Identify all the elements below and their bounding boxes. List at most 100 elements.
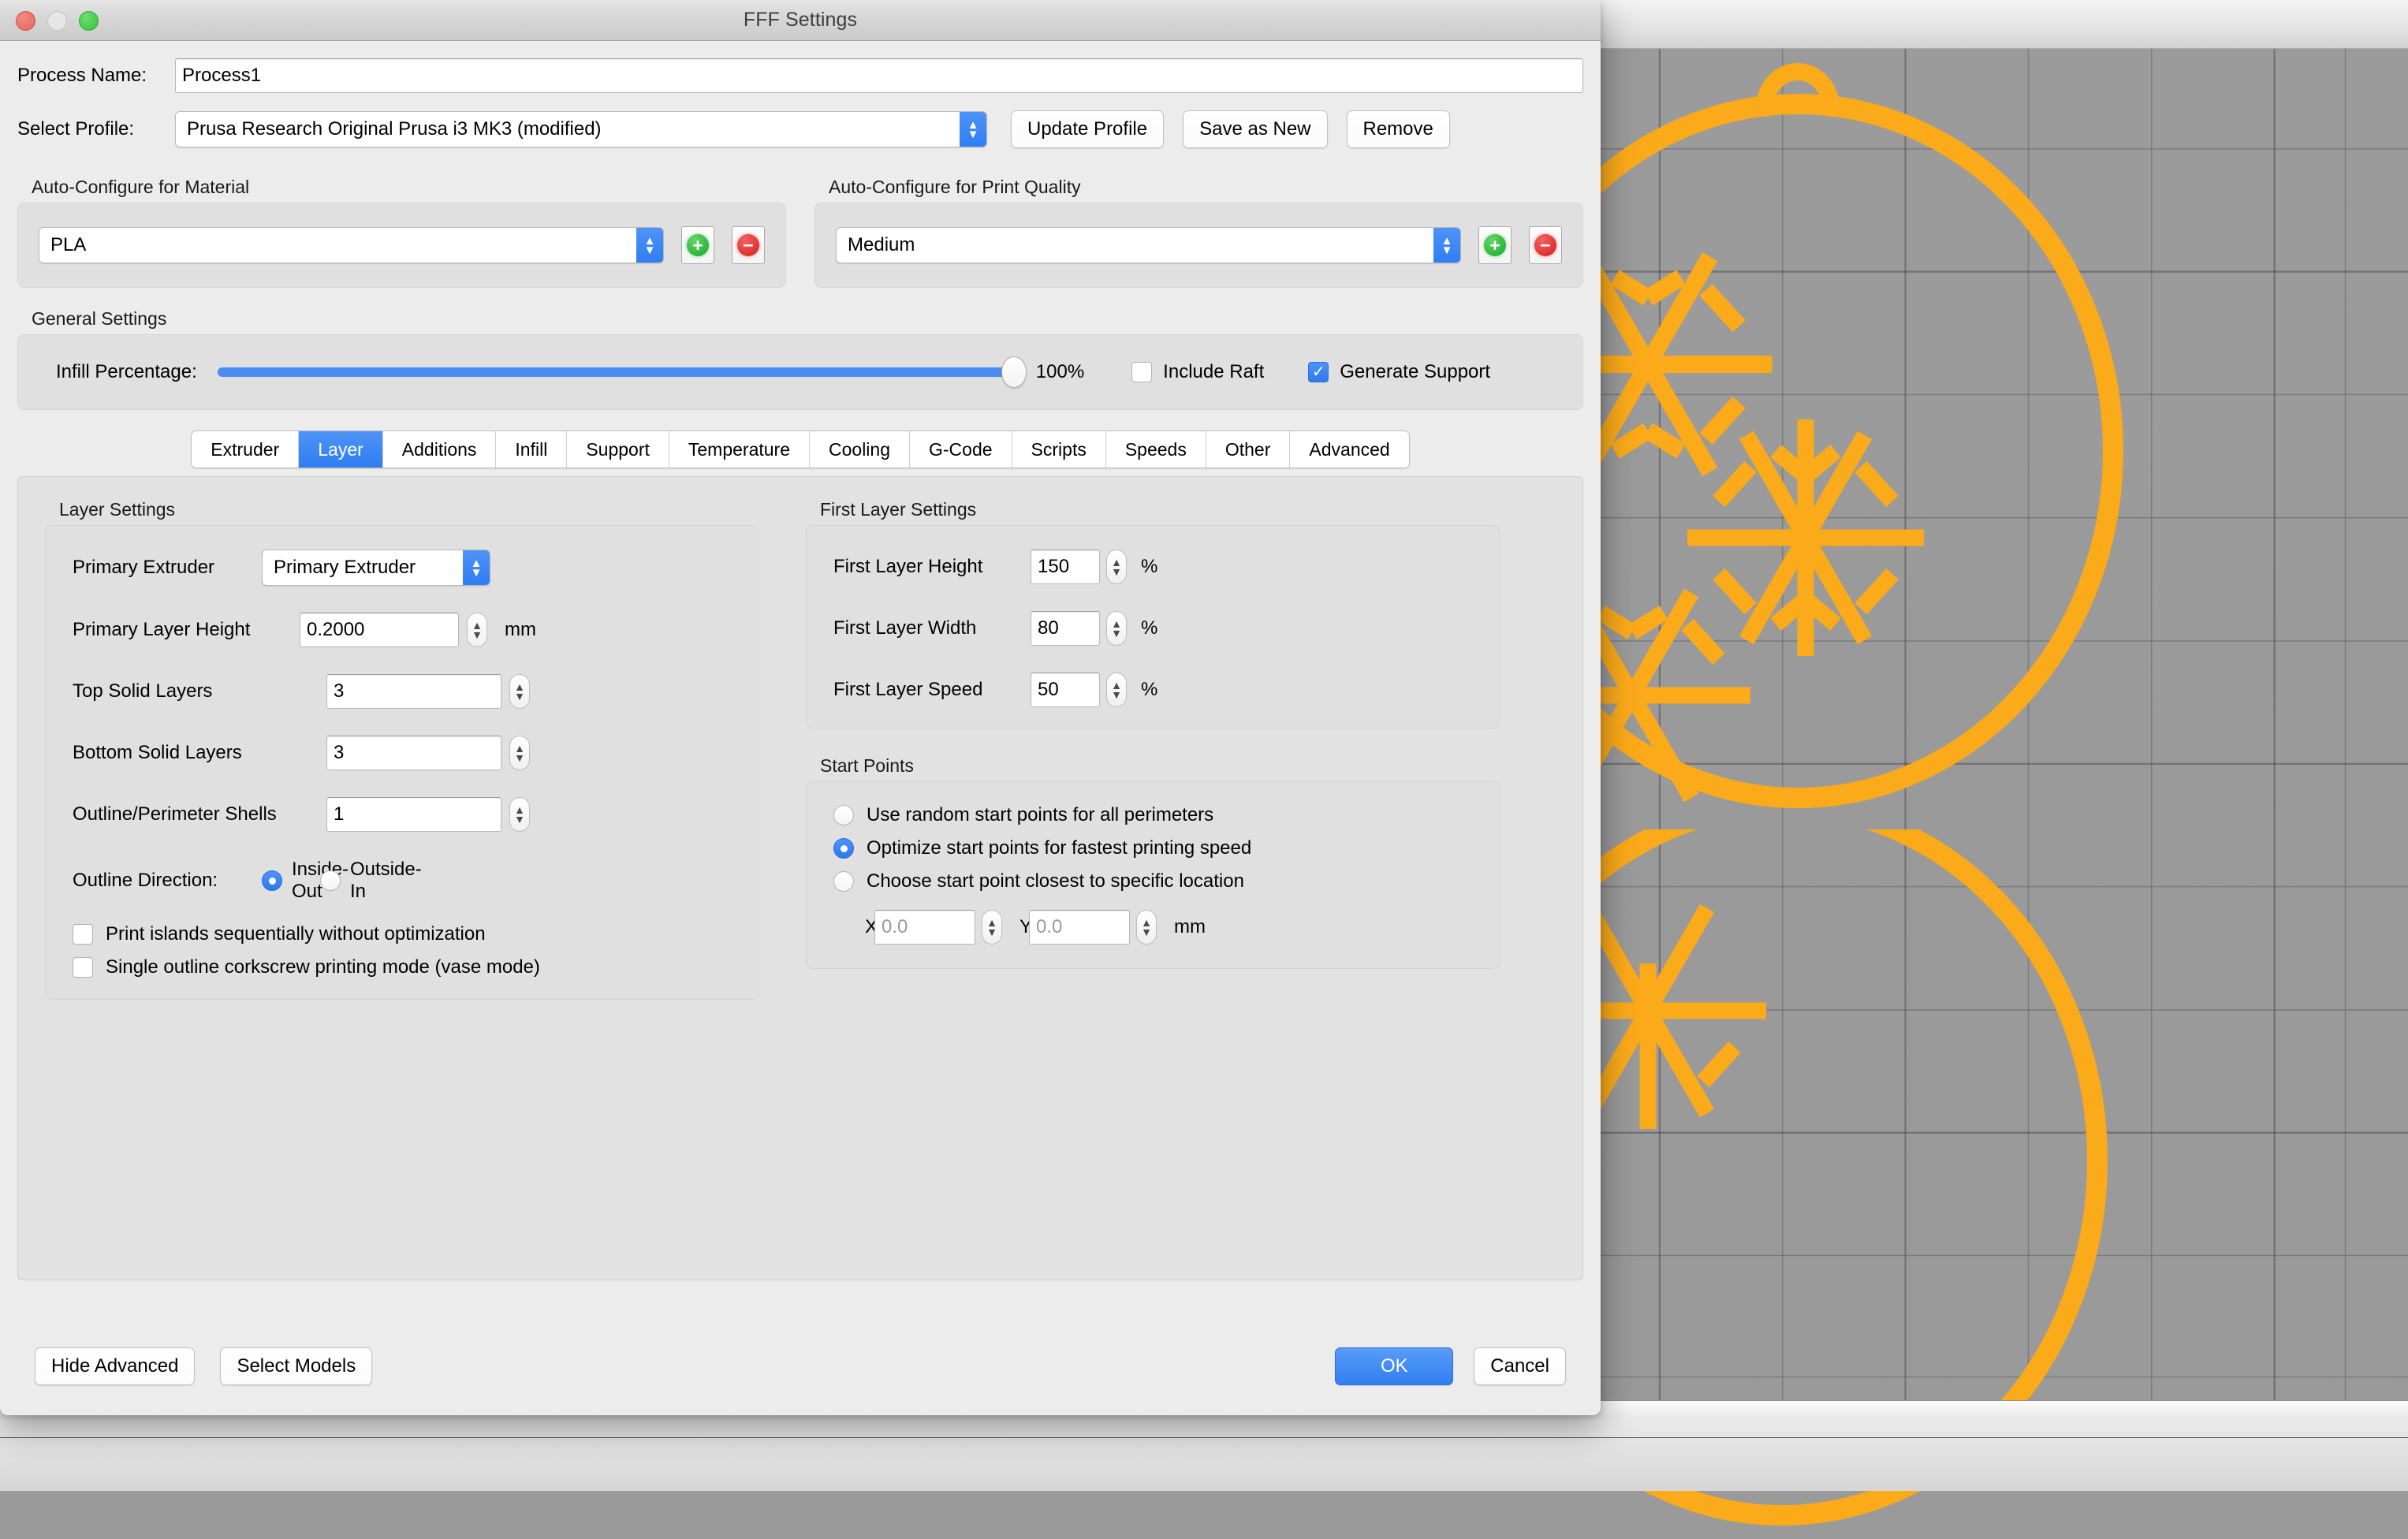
hide-advanced-button[interactable]: Hide Advanced [35, 1347, 195, 1385]
select-profile-label: Select Profile: [17, 118, 175, 140]
plus-icon: + [1484, 234, 1506, 256]
first-layer-width-stepper[interactable]: ▲▼ [1106, 611, 1127, 646]
start-point-optimize-row[interactable]: Optimize start points for fastest printi… [807, 837, 1499, 859]
start-point-y-stepper[interactable]: ▲▼ [1136, 910, 1157, 945]
select-models-button[interactable]: Select Models [220, 1347, 372, 1385]
generate-support-label: Generate Support [1340, 361, 1490, 383]
start-points-box: Use random start points for all perimete… [806, 781, 1500, 969]
footer-left-actions: Hide Advanced Select Models [35, 1347, 372, 1385]
start-point-y-input[interactable]: 0.0 [1029, 910, 1130, 945]
profile-select-value: Prusa Research Original Prusa i3 MK3 (mo… [187, 118, 602, 140]
first-layer-height-stepper[interactable]: ▲▼ [1106, 550, 1127, 584]
tab-other[interactable]: Other [1206, 431, 1291, 468]
top-solid-layers-stepper[interactable]: ▲▼ [509, 674, 530, 709]
first-layer-speed-stepper[interactable]: ▲▼ [1106, 673, 1127, 707]
cancel-button[interactable]: Cancel [1474, 1347, 1566, 1385]
start-point-specific-row[interactable]: Choose start point closest to specific l… [807, 870, 1499, 892]
vase-mode-checkbox[interactable] [73, 957, 93, 978]
top-solid-layers-input[interactable]: 3 [326, 674, 501, 709]
print-islands-row[interactable]: Print islands sequentially without optim… [46, 923, 758, 945]
first-layer-width-label: First Layer Width [833, 617, 1031, 639]
start-point-optimize-radio[interactable] [833, 838, 854, 859]
tab-infill[interactable]: Infill [496, 431, 567, 468]
start-point-specific-radio[interactable] [833, 871, 854, 892]
profile-select[interactable]: Prusa Research Original Prusa i3 MK3 (mo… [175, 111, 987, 147]
dialog-body: Process Name: Process1 Select Profile: P… [0, 41, 1601, 1280]
primary-extruder-select[interactable]: Primary Extruder ▲▼ [262, 550, 490, 586]
include-raft-checkbox[interactable] [1131, 362, 1152, 382]
fff-settings-dialog: FFF Settings Process Name: Process1 Sele… [0, 0, 1601, 1415]
generate-support-checkbox-row[interactable]: ✓ Generate Support [1308, 361, 1490, 383]
maximize-window-icon[interactable] [79, 11, 99, 31]
infill-percentage-value: 100% [1036, 361, 1084, 383]
first-layer-height-input[interactable]: 150 [1031, 550, 1100, 584]
tab-advanced[interactable]: Advanced [1290, 431, 1408, 468]
add-quality-button[interactable]: + [1478, 226, 1512, 264]
general-settings-group: General Settings Infill Percentage: 100%… [17, 308, 1583, 410]
print-islands-checkbox[interactable] [73, 924, 93, 945]
outline-direction-inside-out-radio[interactable] [262, 870, 282, 891]
layer-settings-box: Primary Extruder Primary Extruder ▲▼ Pri… [45, 525, 759, 1000]
update-profile-button[interactable]: Update Profile [1011, 110, 1164, 148]
tab-gcode[interactable]: G-Code [910, 431, 1012, 468]
remove-material-button[interactable]: − [732, 226, 765, 264]
first-layer-speed-row: First Layer Speed 50 ▲▼ % [807, 673, 1499, 707]
chevron-updown-icon: ▲▼ [1433, 228, 1460, 263]
start-point-x-stepper[interactable]: ▲▼ [982, 910, 1002, 945]
first-layer-height-row: First Layer Height 150 ▲▼ % [807, 550, 1499, 584]
tab-cooling[interactable]: Cooling [810, 431, 910, 468]
start-point-x-input[interactable]: 0.0 [874, 910, 975, 945]
first-layer-settings-box: First Layer Height 150 ▲▼ % First Layer … [806, 525, 1500, 729]
include-raft-checkbox-row[interactable]: Include Raft [1131, 361, 1264, 383]
start-point-random-row[interactable]: Use random start points for all perimete… [807, 804, 1499, 826]
ok-button[interactable]: OK [1335, 1347, 1453, 1385]
minus-icon: − [737, 234, 759, 256]
primary-layer-height-input[interactable]: 0.2000 [300, 613, 459, 647]
outline-direction-outside-in-radio[interactable] [320, 870, 341, 891]
tab-support[interactable]: Support [567, 431, 669, 468]
print-quality-select-value: Medium [848, 234, 915, 256]
general-settings-legend: General Settings [17, 308, 1583, 334]
tab-speeds[interactable]: Speeds [1106, 431, 1206, 468]
window-title: FFF Settings [744, 9, 857, 32]
tab-extruder[interactable]: Extruder [192, 431, 299, 468]
remove-quality-button[interactable]: − [1529, 226, 1562, 264]
print-islands-label: Print islands sequentially without optim… [106, 923, 486, 945]
material-select-value: PLA [50, 234, 86, 256]
process-name-input[interactable]: Process1 [175, 58, 1583, 93]
infill-percentage-label: Infill Percentage: [56, 361, 197, 383]
process-name-row: Process Name: Process1 [17, 41, 1583, 93]
tab-layer[interactable]: Layer [299, 431, 383, 468]
infill-percentage-slider[interactable] [218, 367, 1014, 377]
outline-perimeter-shells-stepper[interactable]: ▲▼ [509, 797, 530, 832]
first-layer-width-input[interactable]: 80 [1031, 611, 1100, 646]
tab-additions[interactable]: Additions [383, 431, 497, 468]
bottom-solid-layers-label: Bottom Solid Layers [73, 742, 326, 764]
vase-mode-row[interactable]: Single outline corkscrew printing mode (… [46, 956, 758, 978]
save-as-new-button[interactable]: Save as New [1183, 110, 1327, 148]
tab-temperature[interactable]: Temperature [669, 431, 810, 468]
primary-layer-height-row: Primary Layer Height 0.2000 ▲▼ mm [46, 613, 758, 647]
add-material-button[interactable]: + [681, 226, 714, 264]
process-name-label: Process Name: [17, 65, 175, 87]
slider-knob[interactable] [1001, 356, 1027, 388]
dialog-titlebar[interactable]: FFF Settings [0, 0, 1601, 41]
primary-layer-height-stepper[interactable]: ▲▼ [467, 613, 487, 647]
auto-configure-material-box: PLA ▲▼ + − [17, 203, 786, 288]
primary-layer-height-label: Primary Layer Height [73, 619, 300, 641]
bottom-solid-layers-input[interactable]: 3 [326, 736, 501, 770]
print-quality-select[interactable]: Medium ▲▼ [836, 227, 1461, 263]
minimize-window-icon[interactable] [47, 11, 67, 31]
outline-perimeter-shells-input[interactable]: 1 [326, 797, 501, 832]
ornament-model-upper [1569, 33, 2168, 822]
bottom-solid-layers-stepper[interactable]: ▲▼ [509, 736, 530, 770]
start-point-random-label: Use random start points for all perimete… [867, 804, 1213, 826]
start-point-random-radio[interactable] [833, 805, 854, 825]
auto-configure-material-group: Auto-Configure for Material PLA ▲▼ + − [17, 177, 786, 288]
tab-scripts[interactable]: Scripts [1012, 431, 1106, 468]
remove-profile-button[interactable]: Remove [1347, 110, 1450, 148]
close-window-icon[interactable] [16, 11, 35, 31]
first-layer-speed-input[interactable]: 50 [1031, 673, 1100, 707]
generate-support-checkbox[interactable]: ✓ [1308, 362, 1329, 382]
material-select[interactable]: PLA ▲▼ [39, 227, 664, 263]
